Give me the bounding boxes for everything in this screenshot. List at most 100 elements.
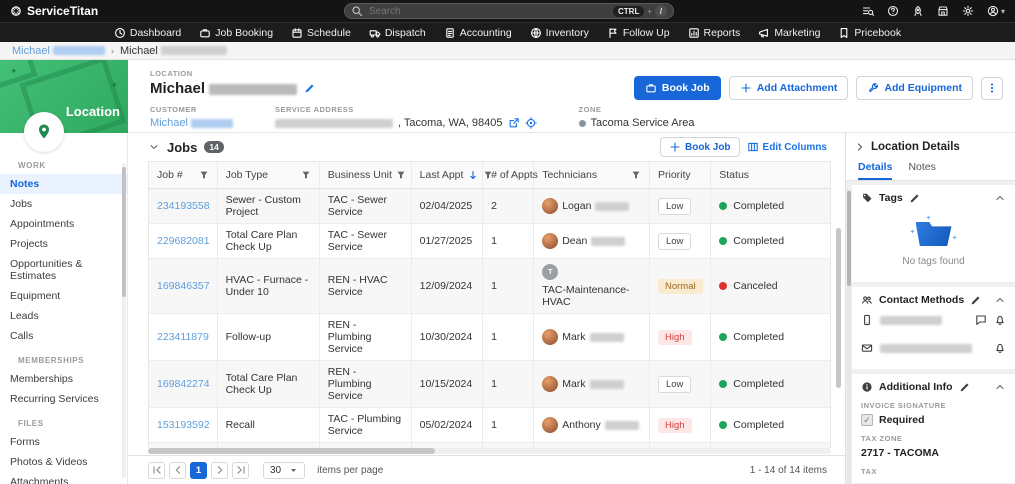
search-input[interactable] (369, 5, 607, 17)
panel-scrollbar[interactable] (847, 189, 851, 484)
sidebar-item-forms[interactable]: Forms (0, 432, 127, 452)
job-number-link[interactable]: 153193592 (157, 419, 210, 431)
job-number-link[interactable]: 234193558 (157, 200, 210, 212)
map-target-icon[interactable] (524, 117, 537, 129)
page-number-button[interactable]: 1 (190, 461, 207, 479)
topbar-actions: ▾ (862, 5, 1005, 17)
job-number-link[interactable]: 223411879 (157, 331, 209, 343)
business-unit-cell: TAC - Sewer Service (319, 188, 412, 224)
required-checkbox[interactable]: ✓ (861, 414, 873, 426)
prev-page-button[interactable] (169, 461, 186, 479)
nav-item-marketing[interactable]: Marketing (758, 27, 820, 39)
first-page-button[interactable] (148, 461, 165, 479)
nav-item-dashboard[interactable]: Dashboard (114, 27, 181, 39)
storefront-icon[interactable] (937, 5, 949, 17)
technicians-cell: Anthony (533, 407, 650, 443)
tab-notes[interactable]: Notes (908, 161, 935, 180)
page-size-select[interactable]: 30 (263, 461, 306, 479)
nav-item-schedule[interactable]: Schedule (291, 27, 351, 39)
nav-item-label: Dispatch (384, 26, 426, 39)
account-menu[interactable]: ▾ (987, 5, 1005, 17)
tab-details[interactable]: Details (858, 161, 893, 180)
nav-item-follow-up[interactable]: Follow Up (607, 27, 670, 39)
breadcrumb-parent[interactable]: Michael (12, 45, 105, 57)
edit-contact-methods-icon[interactable] (970, 295, 981, 306)
collapse-tags-icon[interactable] (994, 192, 1006, 204)
external-link-icon[interactable] (508, 117, 520, 129)
edit-tags-icon[interactable] (909, 193, 920, 204)
column-header-business-unit: Business Unit (319, 162, 412, 189)
bell-icon (994, 314, 1006, 326)
sidebar-item-recurring-services[interactable]: Recurring Services (0, 389, 127, 409)
table-horizontal-scrollbar[interactable] (148, 448, 831, 454)
sidebar-item-attachments[interactable]: Attachments (0, 472, 127, 484)
add-attachment-button[interactable]: Add Attachment (728, 76, 849, 100)
nav-item-job-booking[interactable]: Job Booking (199, 27, 273, 39)
location-name: Michael (150, 80, 694, 97)
edit-columns-button[interactable]: Edit Columns (747, 141, 827, 153)
nav-item-accounting[interactable]: Accounting (444, 27, 512, 39)
collapse-contact-methods-icon[interactable] (994, 294, 1006, 306)
gear-icon[interactable] (962, 5, 974, 17)
table-vertical-scrollbar[interactable] (836, 228, 841, 388)
column-header-priority: Priority (649, 162, 712, 189)
sidebar-item-opportunities-estimates[interactable]: Opportunities & Estimates (0, 254, 127, 286)
jobs-count-badge: 14 (204, 141, 224, 153)
sidebar-item-appointments[interactable]: Appointments (0, 214, 127, 234)
edit-additional-info-icon[interactable] (959, 382, 970, 393)
rocket-icon[interactable] (912, 5, 924, 17)
banner-label: Location (65, 104, 120, 119)
sidebar-item-photos-videos[interactable]: Photos & Videos (0, 452, 127, 472)
servicetitan-logo-icon (10, 5, 22, 17)
sidebar-item-projects[interactable]: Projects (0, 234, 127, 254)
collapse-additional-info-icon[interactable] (994, 381, 1006, 393)
job-number-link[interactable]: 229682081 (157, 235, 210, 247)
redacted-text (591, 236, 626, 246)
status-dot-icon (719, 202, 728, 210)
collapse-panel-icon[interactable] (854, 141, 866, 153)
sidebar-section-work: WORK Notes Jobs Appointments Projects Opportu… (0, 155, 127, 346)
sidebar-section-memberships: MEMBERSHIPS Memberships Recurring Services (0, 350, 127, 409)
sidebar-scrollbar[interactable] (122, 163, 126, 478)
job-number-link[interactable]: 169842274 (157, 378, 210, 390)
last-appt-cell: 10/30/2024 (411, 313, 484, 361)
sidebar-item-equipment[interactable]: Equipment (0, 286, 127, 306)
technician-avatar (542, 417, 559, 433)
business-unit-cell: TAC - Sewer Service (319, 223, 412, 259)
global-search[interactable]: CTRL + / (344, 3, 674, 19)
brand[interactable]: ServiceTitan (10, 4, 98, 18)
add-equipment-button[interactable]: Add Equipment (856, 76, 973, 100)
nav-item-pricebook[interactable]: Pricebook (838, 27, 901, 39)
filter-icon (396, 170, 406, 180)
next-page-button[interactable] (211, 461, 228, 479)
appts-count-cell: 1 (482, 407, 535, 443)
nav-item-dispatch[interactable]: Dispatch (369, 27, 426, 39)
sidebar-item-notes[interactable]: Notes (0, 174, 127, 194)
priority-badge: Low (657, 232, 692, 250)
customer-link[interactable]: Michael (150, 117, 233, 129)
last-page-button[interactable] (232, 461, 249, 479)
sidebar-item-jobs[interactable]: Jobs (0, 194, 127, 214)
column-header-last-appt: Last Appt (411, 162, 492, 189)
nav-item-inventory[interactable]: Inventory (530, 27, 589, 39)
help-icon[interactable] (887, 5, 899, 17)
list-search-icon[interactable] (862, 5, 874, 17)
sidebar-item-leads[interactable]: Leads (0, 306, 127, 326)
technician-name: Logan (562, 200, 592, 212)
edit-location-icon[interactable] (304, 83, 315, 94)
book-job-small-button[interactable]: Book Job (659, 137, 740, 157)
collapse-chevron-icon[interactable] (148, 141, 160, 153)
email-icon (861, 342, 873, 354)
book-job-button[interactable]: Book Job (633, 76, 721, 100)
panel-header: Location Details (846, 133, 1015, 157)
jobs-table: Job # Job Type Business Unit Last Appt # of … (149, 162, 830, 448)
column-label: Priority (657, 169, 691, 181)
truck-icon (369, 27, 381, 39)
more-actions-button[interactable] (981, 76, 1003, 100)
nav-item-label: Follow Up (622, 26, 670, 39)
sidebar-item-calls[interactable]: Calls (0, 326, 127, 346)
sidebar-item-memberships[interactable]: Memberships (0, 369, 127, 389)
nav-item-reports[interactable]: Reports (688, 27, 740, 39)
job-number-link[interactable]: 169846357 (157, 280, 210, 292)
priority-cell: Low (649, 188, 712, 224)
